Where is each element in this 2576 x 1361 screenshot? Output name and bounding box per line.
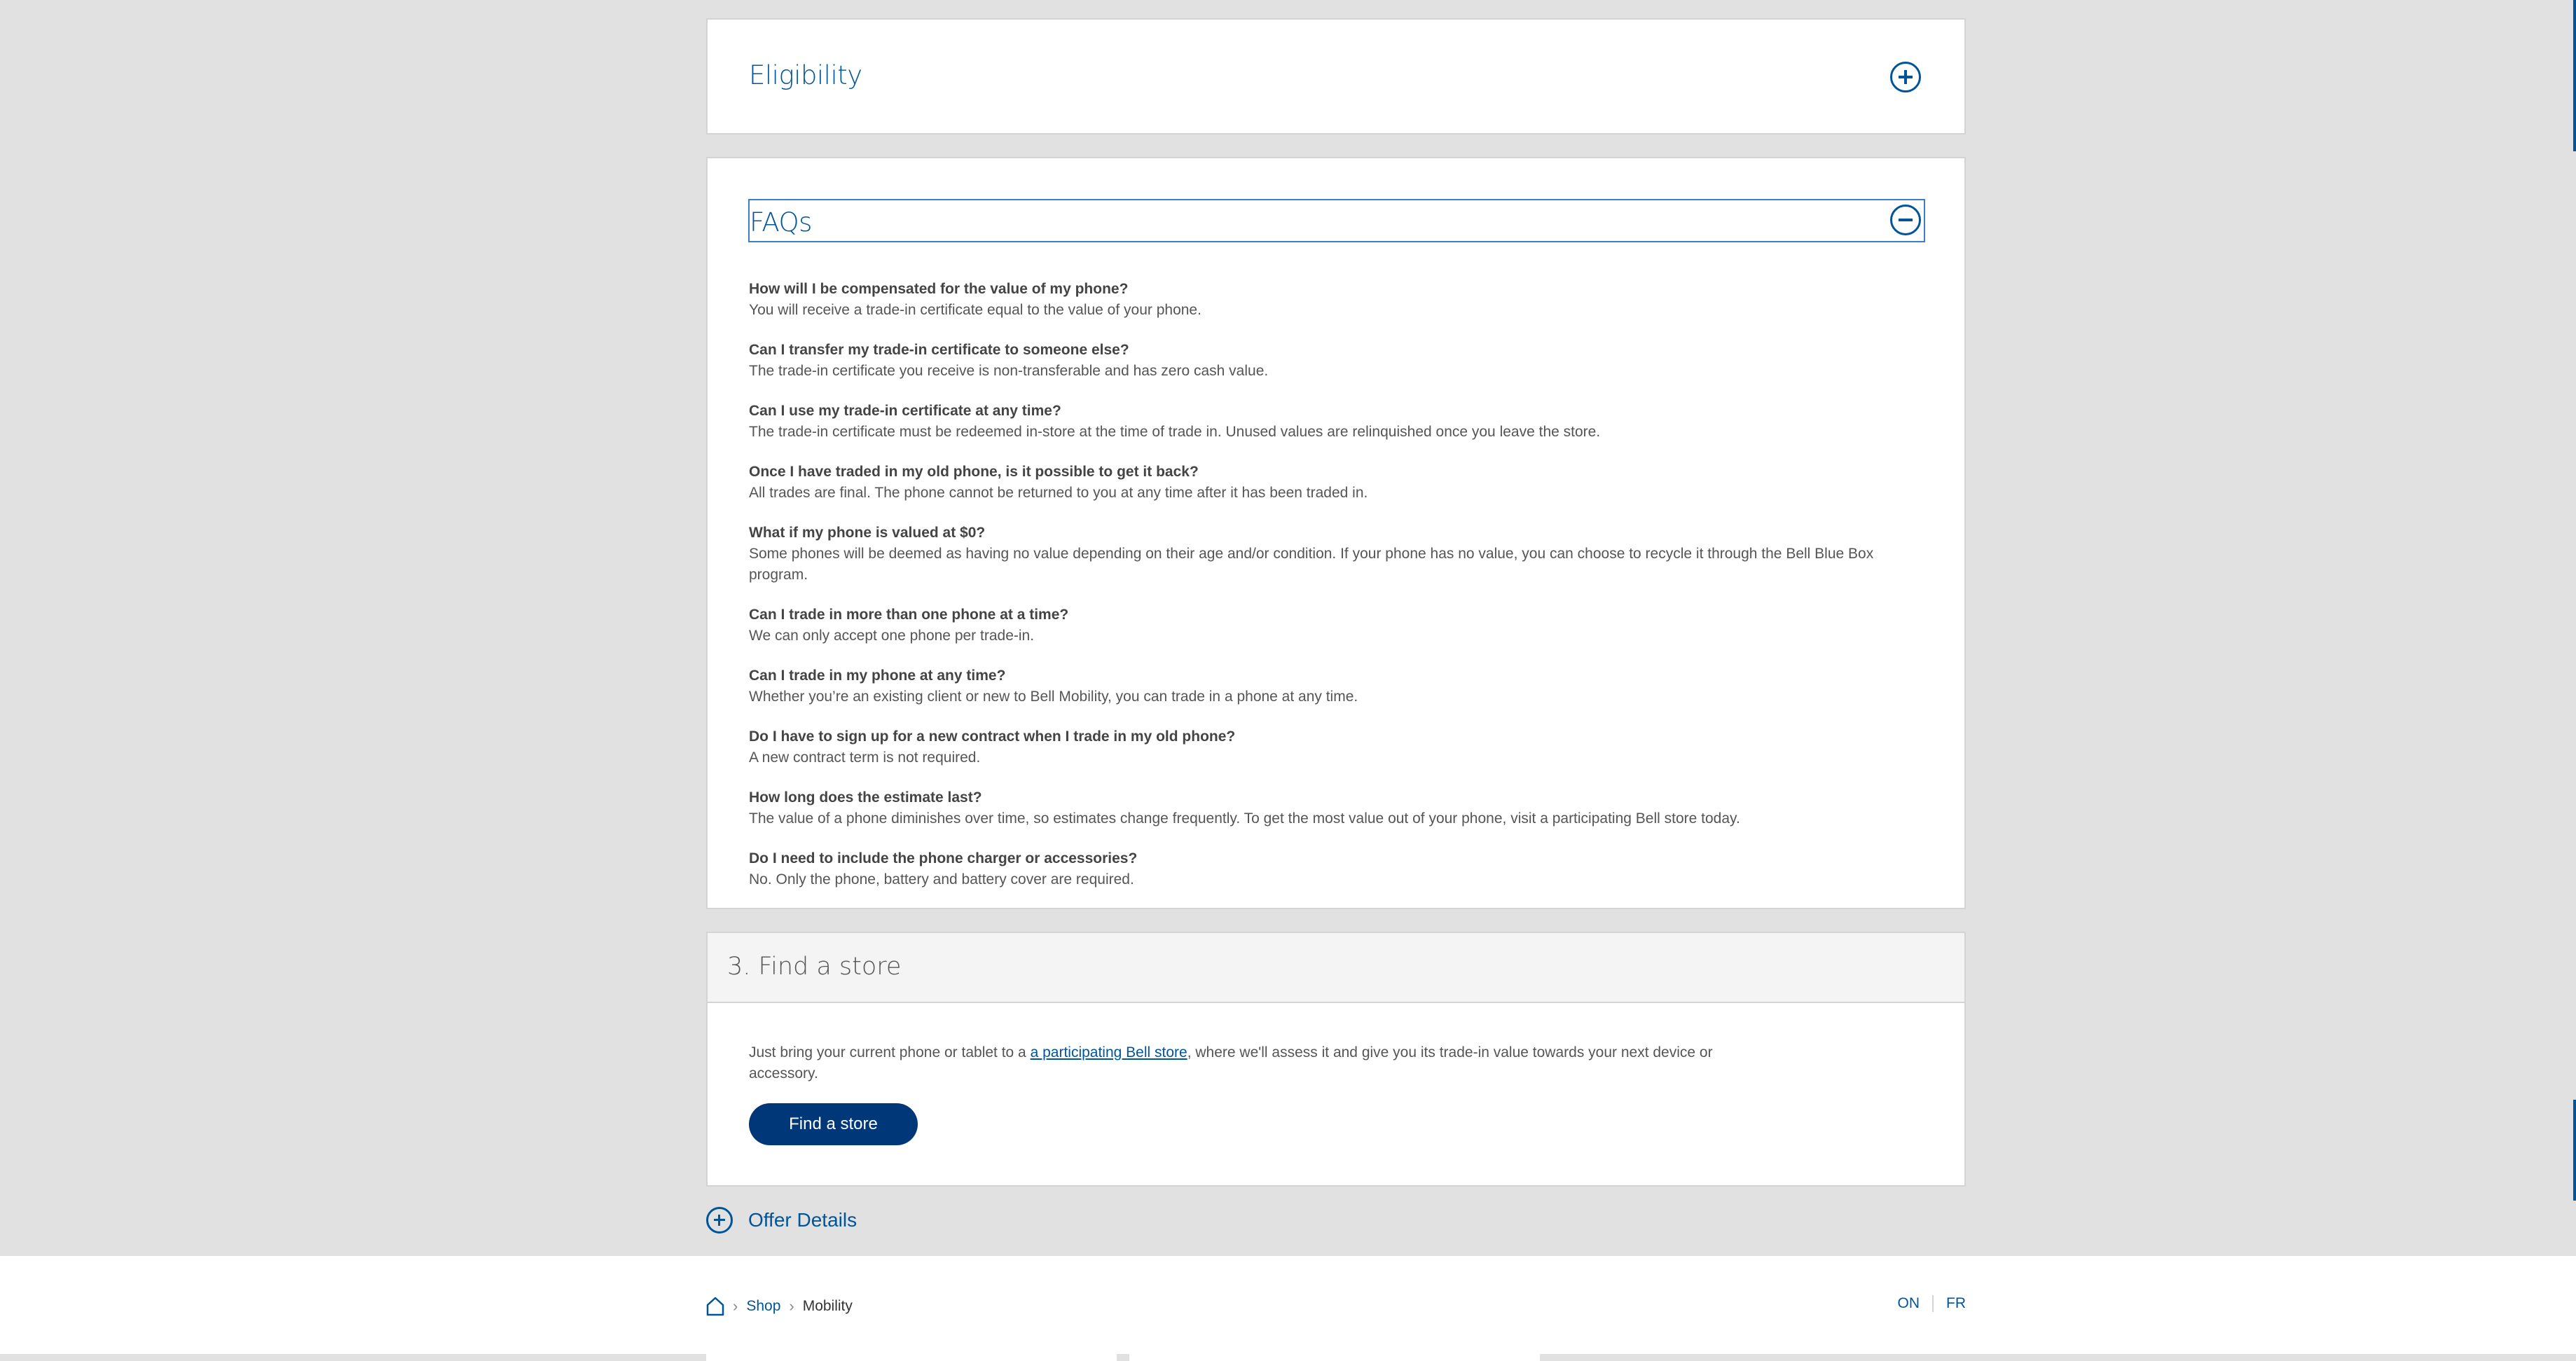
home-icon[interactable]	[706, 1297, 724, 1316]
breadcrumb-mobility: Mobility	[802, 1298, 853, 1314]
faq-question: Can I trade in more than one phone at a …	[749, 607, 1069, 623]
find-store-text-before: Just bring your current phone or tablet …	[749, 1044, 1031, 1061]
divider	[1932, 1295, 1934, 1312]
plus-circle-icon[interactable]	[706, 1207, 733, 1234]
faq-answer: The trade-in certificate must be redeeme…	[749, 424, 1601, 440]
faq-answer: The trade-in certificate you receive is …	[749, 363, 1269, 379]
page: Eligibility FAQs How will I be compensat…	[0, 0, 2576, 1361]
breadcrumb-shop[interactable]: Shop	[746, 1298, 780, 1315]
faq-list: How will I be compensated for the value …	[749, 279, 1933, 909]
find-store-section: 3. Find a store Just bring your current …	[706, 932, 1966, 1187]
region-language-switch: ON FR	[1898, 1295, 1966, 1312]
scrollbar-marker[interactable]	[2573, 1100, 2576, 1201]
faqs-accordion: FAQs How will I be compensated for the v…	[706, 157, 1966, 909]
faq-item: Do I need to include the phone charger o…	[749, 848, 1933, 890]
faqs-title[interactable]: FAQs	[750, 207, 812, 237]
faqs-header[interactable]: FAQs	[748, 199, 1925, 242]
faq-item: Once I have traded in my old phone, is i…	[749, 462, 1933, 504]
chevron-right-icon: ›	[789, 1297, 794, 1315]
region-selector[interactable]: ON	[1898, 1295, 1920, 1312]
language-toggle[interactable]: FR	[1946, 1295, 1966, 1312]
footer-tab[interactable]	[1129, 1354, 1540, 1361]
faq-question: How long does the estimate last?	[749, 789, 982, 806]
faq-answer: Whether you’re an existing client or new…	[749, 689, 1358, 705]
offer-details-label[interactable]: Offer Details	[748, 1209, 857, 1231]
faq-item: How will I be compensated for the value …	[749, 279, 1933, 321]
faq-answer: We can only accept one phone per trade-i…	[749, 628, 1035, 644]
minus-circle-icon[interactable]	[1890, 205, 1921, 235]
faq-item: Can I use my trade-in certificate at any…	[749, 401, 1933, 443]
faq-answer: You will receive a trade-in certificate …	[749, 302, 1201, 318]
breadcrumb: › Shop › Mobility	[706, 1295, 853, 1318]
faq-item: Do I have to sign up for a new contract …	[749, 726, 1933, 768]
faq-item: Can I trade in more than one phone at a …	[749, 604, 1933, 647]
faq-answer: No. Only the phone, battery and battery …	[749, 871, 1134, 887]
find-store-description: Just bring your current phone or tablet …	[749, 1042, 1744, 1084]
faq-question: Once I have traded in my old phone, is i…	[749, 464, 1199, 480]
faq-answer: Some phones will be deemed as having no …	[749, 546, 1874, 583]
faq-question: Can I trade in my phone at any time?	[749, 668, 1006, 684]
content-column: Eligibility FAQs How will I be compensat…	[706, 0, 1966, 1256]
faq-question: Do I need to include the phone charger o…	[749, 850, 1138, 866]
faq-question: Can I transfer my trade-in certificate t…	[749, 342, 1129, 358]
footer-tab[interactable]	[706, 1354, 1117, 1361]
faq-answer: The value of a phone diminishes over tim…	[749, 810, 1740, 827]
scrollbar-marker[interactable]	[2573, 0, 2576, 151]
faq-question: Can I use my trade-in certificate at any…	[749, 403, 1061, 419]
faq-question: Do I have to sign up for a new contract …	[749, 728, 1236, 745]
footer-tabs-strip	[0, 1354, 2576, 1361]
faq-item: How long does the estimate last? The val…	[749, 787, 1933, 829]
eligibility-title[interactable]: Eligibility	[749, 60, 862, 90]
chevron-right-icon: ›	[733, 1297, 738, 1315]
faq-question: How will I be compensated for the value …	[749, 281, 1129, 297]
faq-item: What if my phone is valued at $0? Some p…	[749, 523, 1933, 586]
footer: › Shop › Mobility ON FR	[0, 1256, 2576, 1361]
faq-answer: All trades are final. The phone cannot b…	[749, 485, 1368, 501]
find-store-title: 3. Find a store	[727, 953, 902, 981]
faq-item: Can I trade in my phone at any time? Whe…	[749, 665, 1933, 707]
faq-answer: A new contract term is not required.	[749, 749, 981, 766]
find-store-button[interactable]: Find a store	[749, 1103, 918, 1145]
eligibility-accordion[interactable]: Eligibility	[706, 18, 1966, 134]
find-store-header: 3. Find a store	[708, 933, 1964, 1003]
plus-circle-icon[interactable]	[1890, 62, 1921, 92]
faq-item: Can I transfer my trade-in certificate t…	[749, 340, 1933, 382]
faq-question: What if my phone is valued at $0?	[749, 525, 986, 541]
participating-store-link[interactable]: a participating Bell store	[1031, 1044, 1187, 1061]
